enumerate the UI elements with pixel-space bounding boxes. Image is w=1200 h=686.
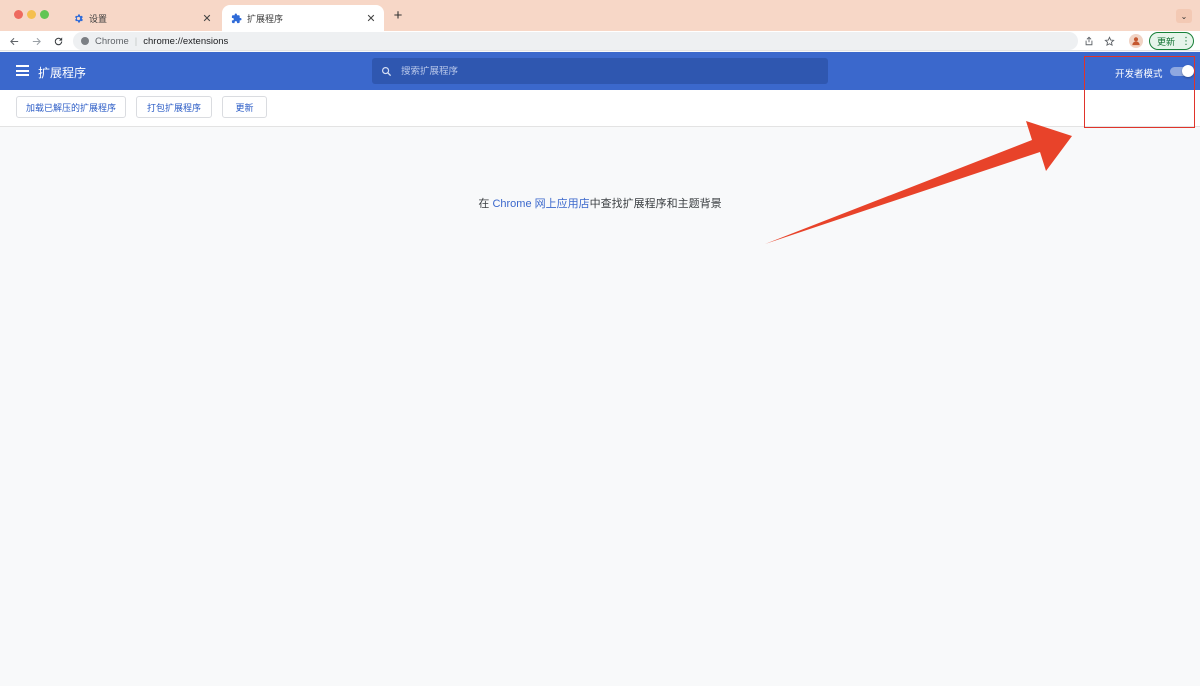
new-tab-button[interactable]: + [391,8,405,23]
pack-extension-button[interactable]: 打包扩展程序 [136,96,212,118]
chrome-update-button[interactable]: 更新 ⋮ [1149,32,1194,50]
menu-icon[interactable] [16,65,29,76]
search-input[interactable] [401,65,801,77]
page-title: 扩展程序 [38,66,87,80]
extensions-header: 扩展程序 开发者模式 [0,52,1200,90]
reload-icon[interactable] [50,33,66,49]
tab-strip: 设置 ✕ 扩展程序 ✕ + ⌄ [0,0,1200,31]
profile-avatar-icon[interactable] [1129,34,1143,48]
site-info-icon[interactable] [81,37,89,45]
bookmark-star-icon[interactable] [1102,34,1116,48]
share-icon[interactable] [1082,34,1096,48]
back-arrow-icon[interactable] [6,33,22,49]
window-close-button[interactable] [14,10,23,19]
forward-arrow-icon[interactable] [28,33,44,49]
web-store-link[interactable]: Chrome 网上应用店 [492,198,589,210]
tab-settings[interactable]: 设置 ✕ [64,5,220,31]
search-icon [381,65,393,77]
omnibox-separator: | [134,35,138,47]
close-tab-icon[interactable]: ✕ [364,11,378,25]
site-label: Chrome [95,35,129,47]
tab-search-button[interactable]: ⌄ [1176,9,1192,23]
window-maximize-button[interactable] [40,10,49,19]
update-extensions-button[interactable]: 更新 [222,96,267,118]
url-text: chrome://extensions [143,35,229,47]
gear-icon [72,12,84,24]
browser-toolbar: Chrome | chrome://extensions 更新 ⋮ [0,31,1200,51]
close-tab-icon[interactable]: ✕ [200,11,214,25]
window-minimize-button[interactable] [27,10,36,19]
developer-toolbar: 加载已解压的扩展程序 打包扩展程序 更新 [0,90,1200,127]
empty-state-prefix: 在 [478,198,493,210]
puzzle-icon [230,12,242,24]
load-unpacked-button[interactable]: 加载已解压的扩展程序 [16,96,126,118]
tab-settings-title: 设置 [89,13,108,24]
empty-state-suffix: 中查找扩展程序和主题背景 [589,198,722,210]
annotation-highlight-box [1084,56,1195,128]
tab-extensions-title: 扩展程序 [247,13,284,24]
more-menu-icon[interactable]: ⋮ [1181,36,1191,47]
address-bar[interactable]: Chrome | chrome://extensions [73,32,1078,50]
empty-state-message: 在 Chrome 网上应用店中查找扩展程序和主题背景 [0,195,1200,211]
tab-extensions[interactable]: 扩展程序 ✕ [222,5,384,31]
search-bar[interactable] [372,58,828,84]
update-label: 更新 [1157,36,1176,47]
